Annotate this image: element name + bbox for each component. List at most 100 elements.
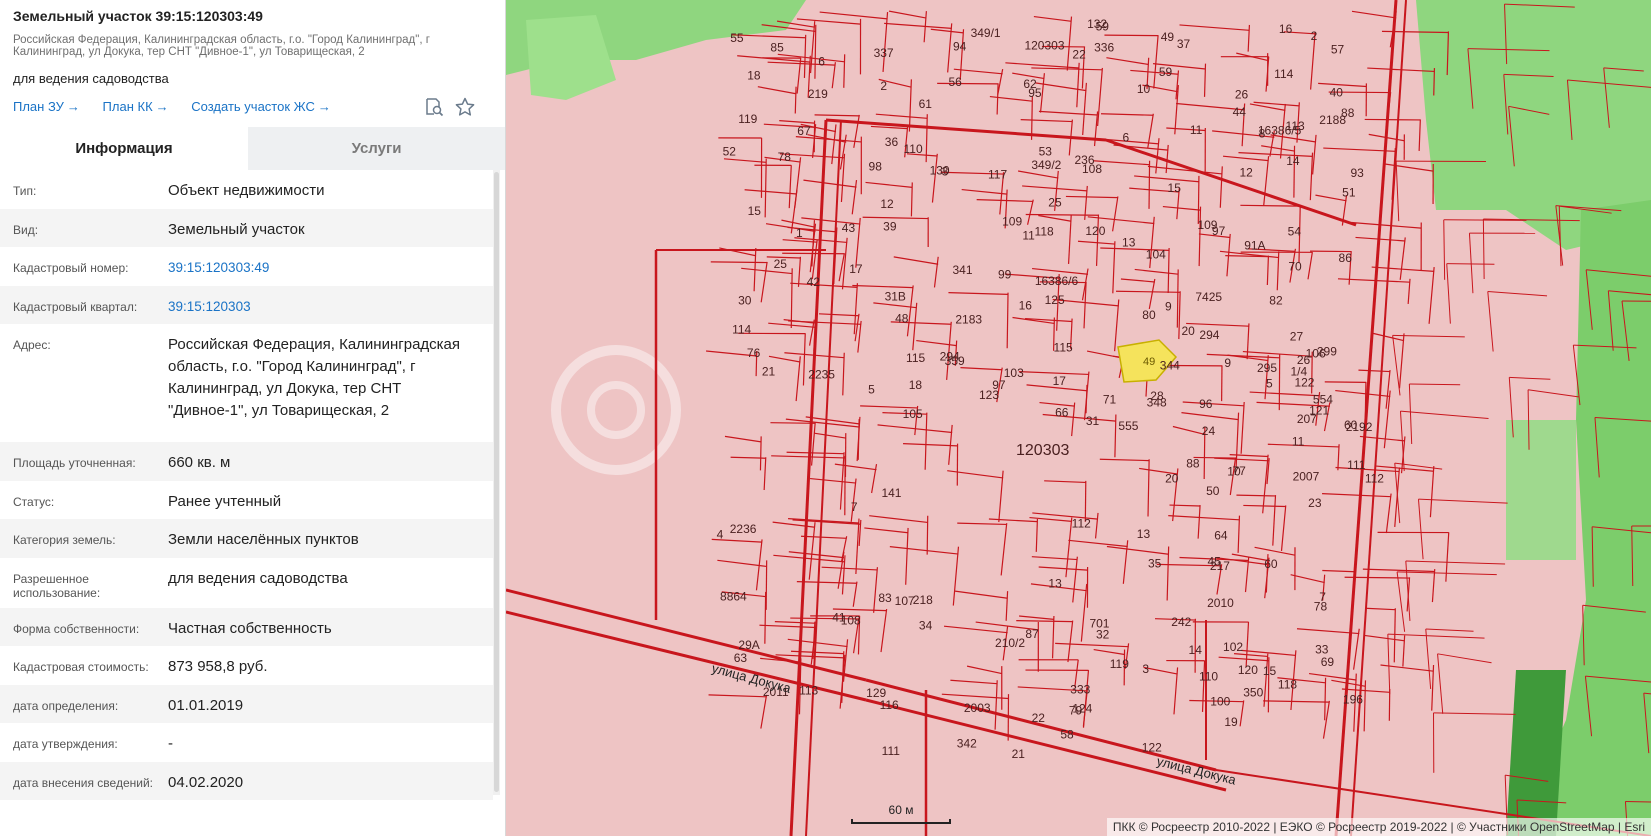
parcel-line	[855, 518, 860, 575]
parcel-labels: 15 12922821201811311211111010910811411611…	[717, 17, 1385, 761]
parcel-line	[797, 256, 802, 287]
parcel-line	[765, 560, 768, 610]
property-row: Кадастровый номер: 39:15:120303:49	[0, 247, 493, 286]
parcel-line	[1066, 16, 1073, 71]
parcel-line	[1324, 381, 1366, 383]
parcel-line	[1030, 96, 1033, 140]
parcel-line	[794, 86, 797, 114]
parcel-number: 119	[1110, 657, 1129, 671]
parcel-number: 98	[869, 159, 883, 173]
parcel-line	[814, 432, 846, 439]
parcel-line	[1446, 263, 1451, 324]
parcel-line	[996, 83, 999, 115]
parcel-line	[1409, 383, 1461, 386]
property-key: дата утверждения:	[13, 737, 118, 751]
parcel-number: 83	[878, 591, 892, 605]
scale-bar: 60 м	[851, 803, 951, 824]
parcel-line	[1509, 376, 1551, 380]
parcel-line	[966, 665, 1002, 675]
scale-label: 60 м	[888, 803, 914, 817]
parcel-line	[1106, 545, 1169, 555]
parcel-line	[768, 355, 801, 363]
property-value: 01.01.2019	[168, 696, 244, 714]
plan-kk-link[interactable]: План КК →	[103, 99, 169, 114]
parcel-number: 118	[1035, 225, 1054, 239]
parcel-line	[1400, 410, 1489, 419]
parcel-line	[825, 118, 1107, 142]
parcel-line	[710, 261, 768, 264]
parcel-line	[888, 10, 927, 19]
parcel-line	[763, 457, 767, 491]
search-document-icon[interactable]	[423, 96, 445, 118]
parcel-line	[772, 521, 816, 528]
parcel-number: 56	[948, 75, 962, 89]
arrow-right-icon: →	[155, 99, 169, 114]
plan-zu-link[interactable]: План ЗУ →	[13, 99, 80, 114]
parcel-line	[912, 302, 918, 351]
cadastral-map[interactable]: 15 12 9 22 8 21 20 18 113 112 111 110 109 108 114 116 11…	[506, 0, 1651, 836]
parcel-line	[753, 247, 757, 292]
parcel-line	[889, 546, 959, 555]
parcel-line	[954, 590, 1008, 599]
parcel-number: 104	[1146, 247, 1166, 261]
parcel-number: 78	[778, 150, 792, 164]
parcel-line	[1193, 456, 1236, 459]
parcel-number: 44	[1233, 105, 1247, 119]
parcel-line	[767, 61, 836, 66]
property-value-link[interactable]: 39:15:120303	[168, 286, 493, 318]
parcel-number: 60	[1344, 418, 1358, 432]
create-zhs-link[interactable]: Создать участок ЖС →	[191, 99, 331, 114]
property-key: Кадастровый номер:	[13, 261, 129, 275]
parcel-number: 93	[1350, 166, 1364, 180]
parcel-line	[1337, 444, 1340, 471]
parcel-number: 13	[1122, 236, 1136, 250]
parcel-line	[1482, 219, 1485, 280]
parcel-line	[1044, 480, 1086, 484]
parcel-line	[1322, 569, 1356, 573]
parcel-number: 11	[1292, 435, 1305, 449]
parcel-line	[852, 581, 858, 607]
parcel-line	[926, 515, 929, 555]
parcel-line	[924, 412, 928, 470]
parcel-line	[1162, 205, 1201, 211]
parcel-line	[873, 567, 879, 613]
parcel-number: 111	[1347, 458, 1366, 472]
parcel-number: 107	[895, 594, 915, 608]
parcel-number: 29А	[738, 638, 759, 652]
parcel-number: 37	[1177, 37, 1191, 51]
parcel-number: 51	[1342, 185, 1356, 199]
parcel-line	[1093, 648, 1125, 656]
star-icon[interactable]	[454, 96, 476, 118]
parcel-line	[708, 694, 767, 698]
scrollbar-thumb[interactable]	[494, 172, 499, 792]
parcel-line	[1176, 269, 1179, 328]
parcel-line	[796, 581, 857, 584]
tab-info[interactable]: Информация	[0, 127, 248, 170]
parcel-number: 20	[1181, 324, 1195, 338]
parcel-number: 11	[1022, 228, 1035, 242]
parcel-line	[1229, 454, 1269, 458]
parcel-line	[809, 21, 816, 74]
property-value-link[interactable]: 39:15:120303:49	[168, 247, 493, 279]
parcel-number: 8864	[720, 589, 747, 603]
parcel-number: 99	[998, 268, 1012, 282]
parcel-line	[723, 158, 767, 163]
parcel-line	[1487, 291, 1494, 352]
parcel-line	[1443, 219, 1527, 221]
parcel-line	[1178, 291, 1181, 340]
parcel-line	[1247, 24, 1251, 52]
parcel-line	[810, 477, 857, 484]
parcel-line	[1100, 113, 1154, 116]
parcel-line	[851, 180, 858, 215]
parcel-line	[1234, 653, 1268, 658]
parcel-line	[1364, 381, 1367, 424]
parcel-line	[882, 12, 889, 72]
parcel-number: 349/1	[971, 26, 1001, 40]
property-key: Кадастровый квартал:	[13, 299, 138, 314]
parcel-number: 120303	[1024, 38, 1064, 52]
parcel-number: 80	[1142, 308, 1156, 322]
parcel-line	[1240, 401, 1245, 454]
tab-services[interactable]: Услуги	[248, 127, 505, 170]
map-canvas[interactable]: 15 12922821201811311211111010910811411611…	[506, 0, 1651, 836]
parcel-line	[1351, 10, 1397, 19]
